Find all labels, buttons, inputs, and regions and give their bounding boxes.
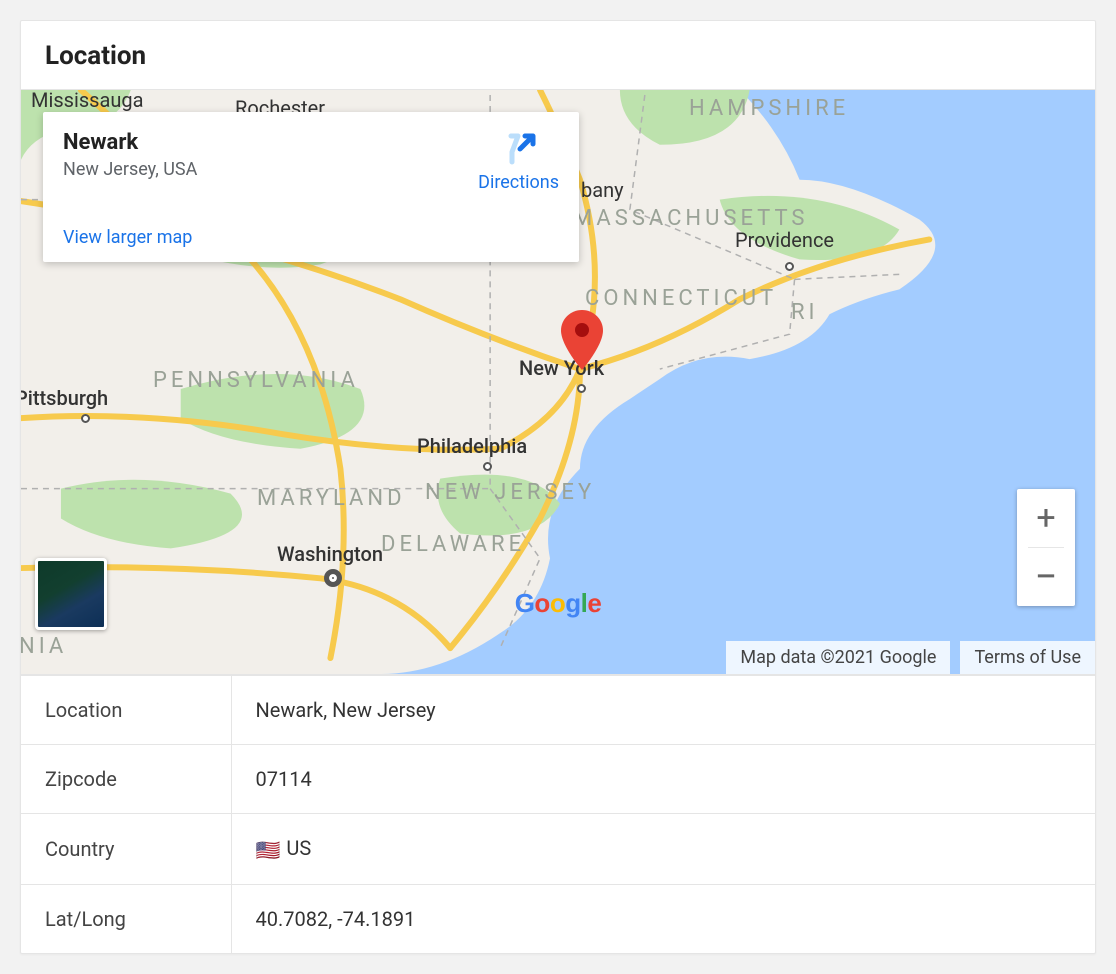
google-logo: Google (515, 588, 602, 619)
info-place: Newark (63, 130, 197, 155)
detail-key: Location (21, 676, 231, 745)
terms-link[interactable]: Terms of Use (960, 641, 1095, 674)
directions-icon (501, 130, 537, 166)
details-table: Location Newark, New Jersey Zipcode 0711… (21, 675, 1095, 953)
card-header: Location (21, 21, 1095, 89)
country-code: US (286, 836, 311, 860)
table-row: Zipcode 07114 (21, 745, 1095, 814)
logo-letter: e (587, 588, 601, 618)
map-canvas[interactable]: HAMPSHIRE MASSACHUSETTS CONNECTICUT RI P… (21, 89, 1095, 675)
location-card: Location (20, 20, 1096, 954)
flag-icon: 🇺🇸 (256, 838, 281, 862)
detail-key: Zipcode (21, 745, 231, 814)
detail-key: Country (21, 814, 231, 885)
map-info-card: Newark New Jersey, USA Directions View l… (43, 112, 579, 262)
zoom-controls: + − (1017, 489, 1075, 606)
detail-value: Newark, New Jersey (231, 676, 1095, 745)
map-attribution-bar: Map data ©2021 Google Terms of Use (726, 641, 1095, 674)
detail-value: 07114 (231, 745, 1095, 814)
logo-letter: l (581, 588, 588, 618)
logo-letter: o (550, 588, 565, 618)
table-row: Country 🇺🇸US (21, 814, 1095, 885)
logo-letter: o (534, 588, 549, 618)
directions-button[interactable]: Directions (478, 130, 559, 193)
info-region: New Jersey, USA (63, 159, 197, 180)
satellite-toggle[interactable] (35, 558, 107, 630)
logo-letter: g (565, 588, 580, 618)
table-row: Lat/Long 40.7082, -74.1891 (21, 885, 1095, 954)
view-larger-map-link[interactable]: View larger map (63, 227, 559, 248)
directions-label: Directions (478, 172, 559, 193)
detail-value: 🇺🇸US (231, 814, 1095, 885)
table-row: Location Newark, New Jersey (21, 676, 1095, 745)
card-title: Location (45, 41, 1071, 71)
zoom-out-button[interactable]: − (1017, 548, 1075, 606)
map-attribution: Map data ©2021 Google (726, 641, 950, 674)
detail-key: Lat/Long (21, 885, 231, 954)
zoom-in-button[interactable]: + (1017, 489, 1075, 547)
logo-letter: G (515, 588, 535, 618)
detail-value: 40.7082, -74.1891 (231, 885, 1095, 954)
